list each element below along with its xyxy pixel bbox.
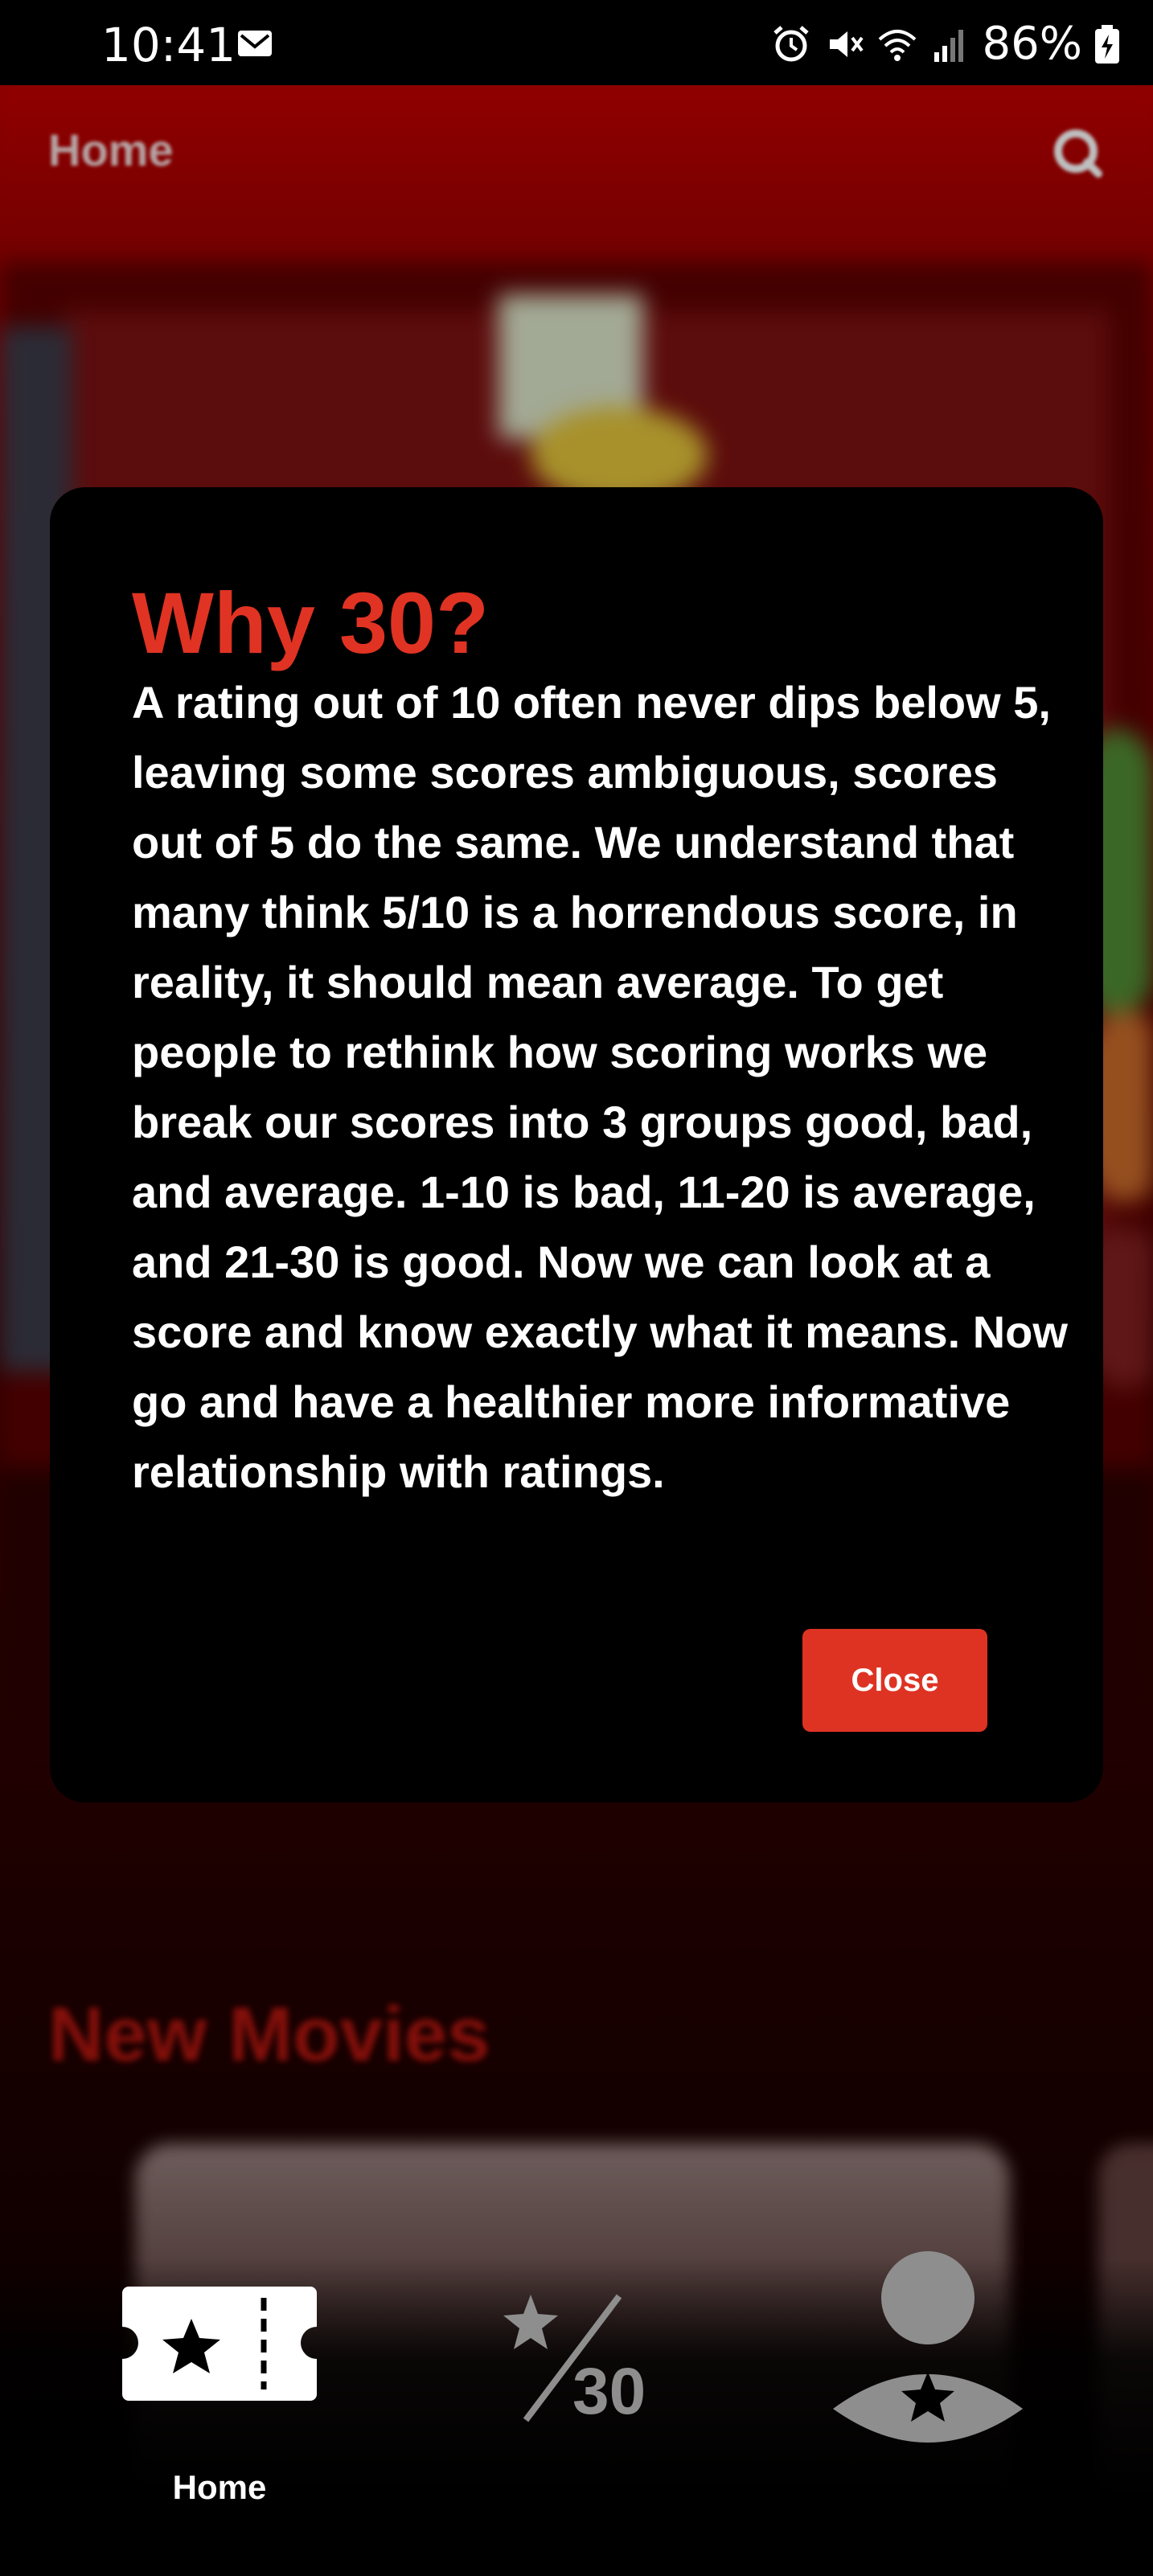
dialog-title: Why 30?	[132, 574, 490, 671]
mail-icon	[238, 31, 272, 56]
nav-home[interactable]: Home	[119, 2283, 320, 2525]
signal-icon	[933, 29, 963, 62]
battery-charging-icon	[1095, 24, 1119, 64]
wifi-icon	[878, 29, 916, 61]
alarm-icon	[773, 25, 809, 61]
close-button[interactable]: Close	[802, 1629, 987, 1732]
ratings-icon-text: 30	[572, 2355, 646, 2428]
battery-percent: 86%	[982, 18, 1082, 70]
ticket-icon	[122, 2287, 317, 2401]
dialog-body: A rating out of 10 often never dips belo…	[132, 677, 1068, 1497]
why-30-dialog: Why 30? A rating out of 10 often never d…	[50, 487, 1103, 1803]
status-time: 10:41	[101, 18, 236, 72]
profile-icon[interactable]	[833, 2251, 1023, 2460]
status-bar: 10:41 86%	[0, 0, 1153, 85]
app-screen: Home New Movies Why 30? A rating out of …	[0, 85, 1153, 2576]
nav-home-label: Home	[172, 2468, 267, 2506]
ratings-icon[interactable]: 30	[499, 2291, 667, 2428]
mute-icon	[829, 31, 864, 57]
